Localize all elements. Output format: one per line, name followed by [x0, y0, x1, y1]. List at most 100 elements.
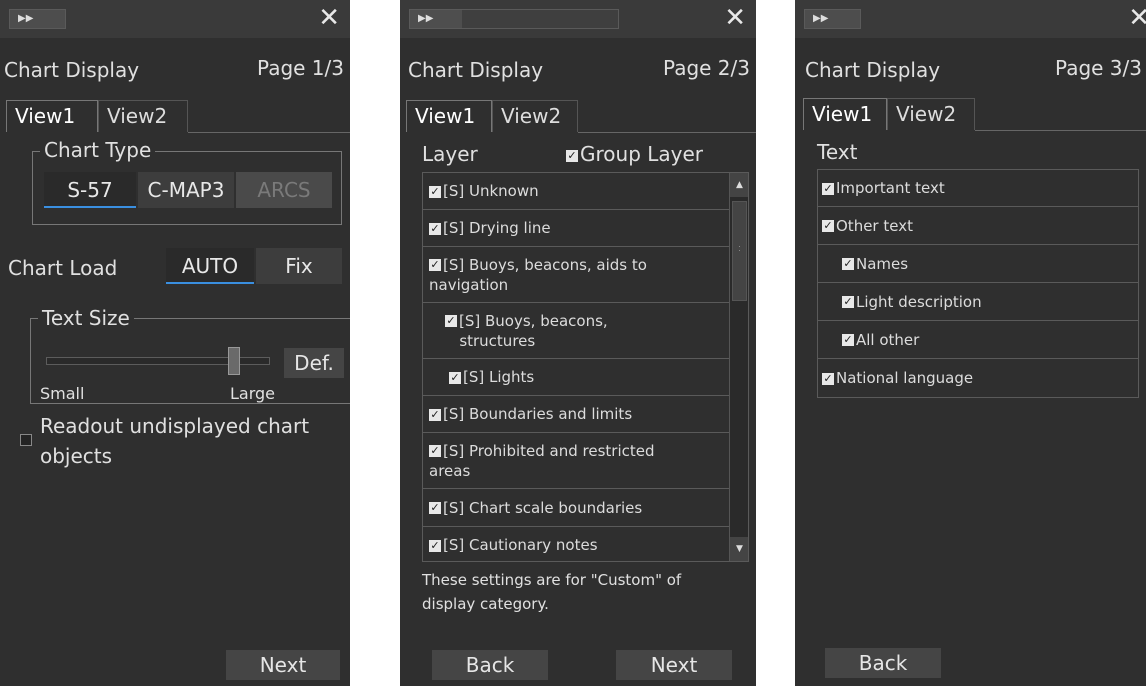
- chart-type-arcs-button[interactable]: ARCS: [236, 172, 332, 208]
- tab-view2[interactable]: View2: [492, 100, 578, 132]
- text-size-label: Text Size: [38, 306, 134, 330]
- text-row-label: Names: [856, 254, 909, 273]
- next-button[interactable]: Next: [616, 650, 732, 680]
- next-button[interactable]: Next: [226, 650, 340, 680]
- layer-row-buoys-aids[interactable]: ✓ [S] Buoys, beacons, aids to navigation: [423, 247, 729, 303]
- chart-display-panel-page-3: ▶▶ ✕ Chart Display Page 3/3 View1 View2 …: [795, 0, 1146, 686]
- layer-row-chart-scale-boundaries[interactable]: ✓ [S] Chart scale boundaries: [423, 489, 729, 527]
- double-arrow-icon: ▶▶: [418, 13, 434, 24]
- layer-row-label: [S] Cautionary notes: [443, 536, 598, 554]
- scroll-down-icon[interactable]: ▼: [730, 537, 748, 561]
- text-size-min-label: Small: [40, 384, 85, 403]
- layer-row-lights[interactable]: ✓ [S] Lights: [423, 359, 729, 396]
- checkmark-icon: ✓: [842, 257, 854, 270]
- text-row-important[interactable]: ✓ Important text: [818, 170, 1138, 207]
- tab-view2[interactable]: View2: [98, 100, 188, 132]
- layer-row-drying-line[interactable]: ✓ [S] Drying line: [423, 210, 729, 247]
- text-size-slider-thumb[interactable]: [228, 347, 241, 375]
- chart-load-auto-button[interactable]: AUTO: [166, 248, 254, 284]
- chart-type-label: Chart Type: [40, 138, 156, 162]
- checkmark-icon: ✓: [429, 221, 441, 235]
- layer-row-label: [S] Chart scale boundaries: [443, 498, 643, 517]
- text-row-label: National language: [836, 369, 974, 387]
- checkmark-icon: ✓: [429, 501, 441, 514]
- grip-line: [739, 246, 740, 247]
- text-size-max-label: Large: [230, 384, 276, 403]
- readout-undisplayed-label-line2: objects: [40, 444, 113, 468]
- text-row-national-language[interactable]: ✓ National language: [818, 359, 1138, 397]
- title-bar: ▶▶ ✕: [0, 0, 350, 38]
- scroll-up-icon[interactable]: ▲: [730, 173, 748, 197]
- text-row-names[interactable]: ✓ Names: [818, 245, 1138, 283]
- title-bar: ▶▶ ✕: [400, 0, 756, 38]
- group-layer-checkbox[interactable]: ✓ Group Layer: [566, 142, 703, 166]
- chart-load-label: Chart Load: [8, 256, 118, 280]
- text-row-all-other[interactable]: ✓ All other: [818, 321, 1138, 359]
- close-icon: ✕: [724, 3, 746, 33]
- close-icon: ✕: [1128, 3, 1146, 33]
- layer-row-prohibited-areas[interactable]: ✓ [S] Prohibited and restricted areas: [423, 433, 729, 489]
- chart-display-panel-page-1: ▶▶ ✕ Chart Display Page 1/3 View1 View2 …: [0, 0, 350, 686]
- layer-row-label: [S] Boundaries and limits: [443, 405, 633, 423]
- checkmark-icon: ✓: [429, 258, 441, 271]
- text-label: Text: [817, 140, 858, 164]
- page-indicator: Page 2/3: [663, 56, 750, 80]
- tab-divider: [188, 132, 350, 133]
- layer-row-buoys-structures[interactable]: ✓ [S] Buoys, beacons, structures: [423, 303, 729, 359]
- tab-view2[interactable]: View2: [887, 98, 975, 130]
- tab-view1[interactable]: View1: [6, 100, 98, 132]
- readout-undisplayed-label-line1: Readout undisplayed chart: [40, 414, 310, 438]
- chart-type-cmap3-button[interactable]: C-MAP3: [138, 172, 234, 208]
- layer-list-scrollbar[interactable]: ▲ ▼: [729, 173, 748, 561]
- custom-settings-note-line1: These settings are for "Custom" of: [422, 571, 682, 589]
- checkmark-icon: ✓: [822, 371, 834, 385]
- text-row-label: Light description: [856, 292, 982, 311]
- text-row-label: All other: [856, 330, 920, 349]
- layer-row-unknown[interactable]: ✓ [S] Unknown: [423, 173, 729, 210]
- chart-load-fix-button[interactable]: Fix: [256, 248, 342, 284]
- page-indicator: Page 1/3: [257, 56, 344, 80]
- close-button[interactable]: ✕: [724, 5, 746, 31]
- close-button[interactable]: ✕: [318, 5, 340, 31]
- close-button[interactable]: ✕: [1128, 5, 1146, 31]
- collapse-button[interactable]: ▶▶: [409, 9, 619, 29]
- layer-row-label: [S] Unknown: [443, 182, 539, 200]
- custom-settings-note-line2: display category.: [422, 595, 549, 613]
- text-size-default-button[interactable]: Def.: [284, 348, 344, 378]
- panel-title: Chart Display: [408, 58, 544, 82]
- text-row-other[interactable]: ✓ Other text: [818, 207, 1138, 245]
- panel-title: Chart Display: [805, 58, 941, 82]
- text-row-light-description[interactable]: ✓ Light description: [818, 283, 1138, 321]
- page-indicator: Page 3/3: [1055, 56, 1142, 80]
- panel-title: Chart Display: [4, 58, 140, 82]
- checkmark-icon: ✓: [429, 444, 441, 457]
- group-layer-label: Group Layer: [580, 142, 704, 166]
- layer-row-label-cont: areas: [429, 461, 471, 480]
- checkmark-icon: ✓: [822, 219, 834, 232]
- collapse-button[interactable]: ▶▶: [9, 9, 66, 29]
- checkmark-icon: ✓: [429, 184, 441, 198]
- scrollbar-thumb[interactable]: [732, 201, 747, 301]
- layer-row-cautionary-notes[interactable]: ✓ [S] Cautionary notes: [423, 527, 729, 561]
- tab-divider: [975, 130, 1146, 131]
- tab-view1[interactable]: View1: [406, 100, 492, 132]
- close-icon: ✕: [318, 3, 340, 33]
- grip-line: [739, 250, 740, 251]
- checkmark-icon: ✓: [842, 333, 854, 346]
- tab-divider: [578, 132, 756, 133]
- layer-label: Layer: [422, 142, 478, 166]
- text-layer-list: ✓ Important text ✓ Other text ✓ Names ✓ Ligh…: [817, 169, 1139, 398]
- checkmark-icon: ✓: [822, 181, 834, 195]
- double-arrow-icon: ▶▶: [18, 13, 34, 24]
- layer-row-label: [S] Drying line: [443, 219, 551, 237]
- back-button[interactable]: Back: [825, 648, 941, 678]
- chart-type-s57-button[interactable]: S-57: [44, 172, 136, 208]
- layer-row-label: [S] Prohibited and restricted: [443, 441, 655, 460]
- readout-undisplayed-checkbox[interactable]: [20, 434, 32, 446]
- collapse-button[interactable]: ▶▶: [804, 9, 861, 29]
- back-button[interactable]: Back: [432, 650, 548, 680]
- tab-view1[interactable]: View1: [803, 98, 887, 130]
- checkmark-icon: ✓: [566, 148, 578, 162]
- layer-row-boundaries[interactable]: ✓ [S] Boundaries and limits: [423, 396, 729, 433]
- chart-display-panel-page-2: ▶▶ ✕ Chart Display Page 2/3 View1 View2 …: [400, 0, 756, 686]
